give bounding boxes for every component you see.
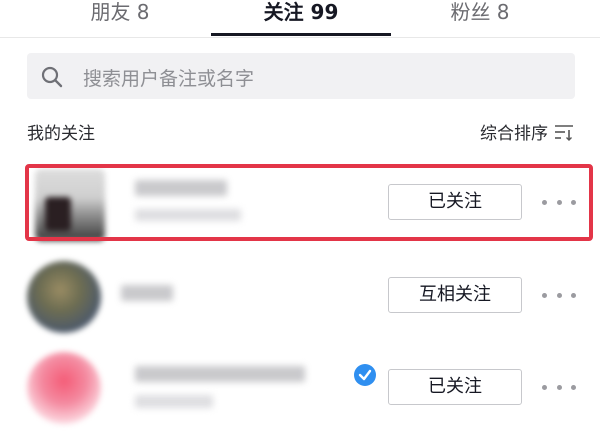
search-input[interactable]: 搜索用户备注或名字 <box>27 53 575 99</box>
section-title: 我的关注 <box>27 124 95 144</box>
active-tab-indicator <box>211 33 391 36</box>
verified-badge-icon <box>354 364 376 386</box>
search-placeholder: 搜索用户备注或名字 <box>83 68 255 90</box>
sort-icon <box>555 124 573 141</box>
follow-item[interactable]: 互相关注 <box>27 257 576 333</box>
follow-tabs: 朋友 8 关注 99 粉丝 8 <box>0 0 600 38</box>
username-blurred <box>121 285 173 301</box>
tab-friends[interactable]: 朋友 8 <box>58 0 182 38</box>
avatar[interactable] <box>27 261 101 333</box>
more-dots-icon[interactable] <box>542 285 576 305</box>
user-desc-blurred <box>135 395 213 408</box>
avatar[interactable] <box>27 352 101 424</box>
follow-item[interactable]: 已关注 <box>27 348 576 424</box>
highlight-annotation <box>25 164 593 241</box>
username-blurred <box>135 366 305 382</box>
search-icon <box>41 66 63 88</box>
tab-fans[interactable]: 粉丝 8 <box>418 0 542 38</box>
mutual-follow-button[interactable]: 互相关注 <box>388 277 522 313</box>
following-button[interactable]: 已关注 <box>388 369 522 405</box>
sort-label: 综合排序 <box>480 124 548 144</box>
sort-button[interactable]: 综合排序 <box>480 119 574 144</box>
more-dots-icon[interactable] <box>542 377 576 397</box>
